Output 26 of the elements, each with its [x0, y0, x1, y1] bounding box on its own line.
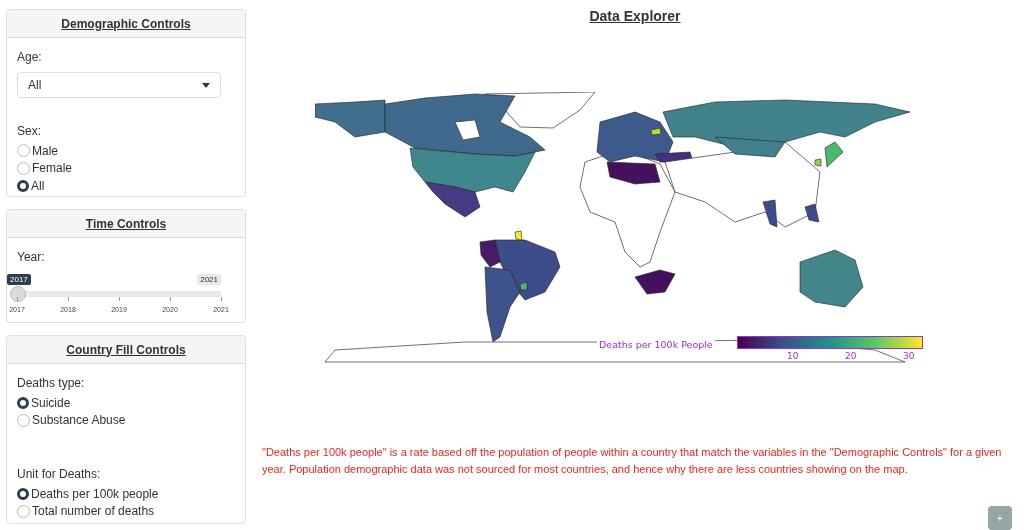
- field-label: Unit for Deaths:: [17, 467, 101, 481]
- colorbar-title: Deaths per 100k People: [597, 339, 715, 350]
- page-title: Data Explorer: [589, 8, 681, 24]
- slider-max: 2021: [197, 274, 221, 285]
- map-note: "Deaths per 100k people" is a rate based off the population of people within a country that match the variables in the "Demographic Controls" for a given year. Population demographic data was not sourced for most countries, and hence why there are less countries showing on the map.: [262, 445, 1003, 477]
- slider-handle[interactable]: [10, 286, 26, 302]
- field-label: Year:: [17, 250, 45, 264]
- panel-title: Demographic Controls: [61, 16, 191, 31]
- panel-title: Country Fill Controls: [66, 342, 186, 357]
- radio-option[interactable]: Substance Abuse: [17, 411, 126, 429]
- panel-title: Time Controls: [85, 216, 167, 231]
- radio-option[interactable]: Total number of deaths: [17, 502, 155, 520]
- age-select[interactable]: All: [17, 72, 221, 98]
- caret-icon: [202, 82, 210, 88]
- colorbar-tick: 30: [903, 351, 915, 361]
- radio-option[interactable]: Female: [17, 159, 72, 177]
- radio-option[interactable]: Suicide: [17, 394, 71, 412]
- field-label: Deaths type:: [17, 376, 85, 390]
- slider-value: 2017: [7, 274, 31, 285]
- field-label: Age:: [17, 50, 42, 64]
- field-label: Sex:: [17, 124, 41, 138]
- radio-option[interactable]: All: [17, 177, 45, 195]
- radio-option[interactable]: Male: [17, 142, 58, 160]
- colorbar-tick: 10: [787, 351, 799, 361]
- radio-option[interactable]: Deaths per 100k people: [17, 485, 159, 503]
- colorbar-tick: 20: [845, 351, 857, 361]
